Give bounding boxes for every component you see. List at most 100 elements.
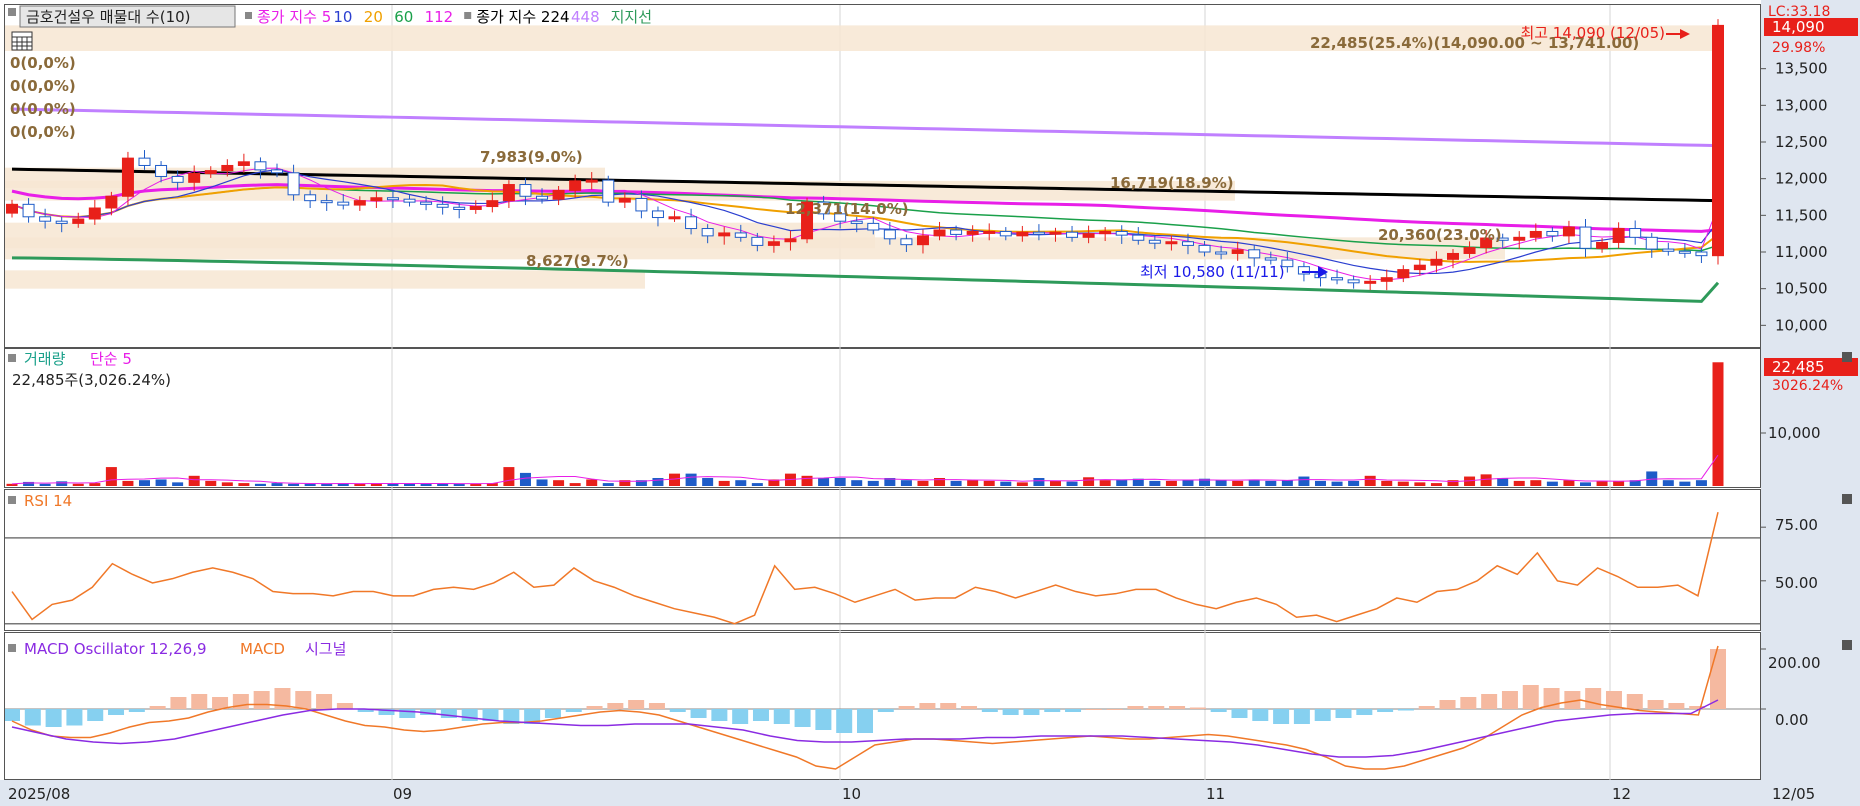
macd-osc-bar-29	[607, 703, 624, 709]
volume-bar-6	[105, 467, 117, 486]
date-axis-bg	[0, 780, 1860, 806]
macd-close-icon[interactable]	[1842, 640, 1852, 650]
volume-bar-8	[139, 480, 151, 486]
macd-osc-bar-40	[836, 709, 853, 733]
volume-axis-tick: 10,000	[1768, 424, 1821, 442]
zero-label-1: 0(0,0%)	[10, 54, 76, 72]
zero-label-3: 0(0,0%)	[10, 100, 76, 118]
volume-bar-60	[1000, 481, 1012, 486]
volume-bar-86	[1430, 483, 1442, 486]
volume-bar-61	[1016, 482, 1028, 486]
volume-bar-35	[586, 479, 598, 486]
volume-bar-59	[983, 480, 995, 486]
volume-bar-26	[437, 483, 449, 486]
current-date-label: 12/05	[1772, 785, 1815, 803]
macd-axis-tick-200: 200.00	[1768, 654, 1821, 672]
volume-bar-40	[669, 473, 681, 486]
price-badge: 14,090	[1772, 18, 1825, 36]
volume-legend: 거래량 단순 5 22,485주(3,026.24%)	[8, 350, 171, 389]
volume-bar-62	[1033, 477, 1045, 486]
macd-osc-bar-0	[5, 709, 20, 721]
volume-bar-83	[1381, 480, 1393, 486]
macd-osc-bar-7	[149, 706, 166, 709]
macd-osc-bar-48	[1002, 709, 1019, 715]
macd-osc-bar-32	[669, 709, 686, 712]
macd-osc-bar-8	[170, 697, 187, 709]
macd-osc-bar-44	[919, 703, 936, 709]
volume-bar-63	[1049, 480, 1061, 486]
price-tick-3: 12,000	[1775, 170, 1828, 188]
candle-91	[1513, 231, 1526, 250]
band-label-16719: 16,719(18.9%)	[1110, 174, 1234, 192]
volume-bar-69	[1149, 480, 1161, 486]
volume-badge-value: 22,485	[1772, 358, 1825, 376]
legend-item-0: 종가 지수 5	[257, 8, 331, 26]
volume-bar-58	[967, 480, 979, 486]
volume-bar-32	[536, 479, 548, 486]
macd-osc-bar-9	[191, 694, 208, 709]
macd-osc-bar-78	[1626, 694, 1643, 709]
volume-bar-34	[569, 483, 581, 486]
volume-bar-49	[818, 477, 830, 486]
band-label-12371: 12,371(14.0%)	[785, 200, 909, 218]
price-tick-2: 12,500	[1775, 133, 1828, 151]
volume-bar-36	[602, 483, 614, 486]
macd-osc-bar-30	[628, 700, 645, 709]
volume-bar-18	[304, 483, 316, 486]
macd-osc-bar-60	[1252, 709, 1269, 721]
volume-bar-39	[652, 477, 664, 486]
volume-bar-41	[685, 473, 697, 486]
volume-bar-76	[1265, 480, 1277, 486]
price-axis-bg	[1761, 0, 1860, 806]
macd-osc-bar-68	[1418, 706, 1435, 709]
volume-bar-33	[553, 480, 565, 486]
volume-bar-12	[205, 480, 217, 486]
volume-bar-103	[1712, 362, 1724, 486]
volume-ma-label: 단순 5	[90, 350, 132, 368]
volume-profile-bands	[5, 25, 1715, 289]
candle-93	[1546, 227, 1559, 242]
legend-item-2: 20	[364, 8, 383, 26]
volume-bar-24	[404, 483, 416, 486]
rsi-close-icon[interactable]	[1842, 494, 1852, 504]
macd-osc-bar-15	[316, 694, 333, 709]
macd-osc-bar-55	[1148, 706, 1165, 709]
change-badge: 29.98%	[1772, 40, 1825, 56]
volume-bar-77	[1281, 480, 1293, 486]
candle-36	[602, 175, 615, 207]
volume-bar-85	[1414, 482, 1426, 486]
macd-osc-bar-69	[1439, 700, 1456, 709]
price-tick-1: 13,000	[1775, 96, 1828, 114]
candle-28	[469, 200, 482, 214]
macd-osc-bar-56	[1169, 706, 1186, 709]
candle-30	[502, 180, 515, 208]
macd-osc-bar-64	[1335, 709, 1352, 718]
volume-bar-23	[387, 483, 399, 486]
band-label-7983: 7,983(9.0%)	[480, 148, 583, 166]
volume-bar-74	[1232, 480, 1244, 486]
candle-0	[6, 199, 18, 218]
band-label-20360: 20,360(23.0%)	[1378, 226, 1502, 244]
volume-bar-82	[1364, 475, 1376, 486]
candle-5	[88, 199, 101, 225]
macd-osc-bar-2	[45, 709, 62, 727]
price-tick-4: 11,500	[1775, 206, 1828, 224]
candle-81	[1347, 275, 1360, 289]
volume-bar-13	[221, 482, 233, 486]
candle-80	[1331, 269, 1344, 285]
high-annotation: 최고 14,090 (12/05)	[1520, 24, 1665, 42]
price-tick-0: 13,500	[1775, 60, 1828, 78]
volume-bar-78	[1298, 476, 1310, 486]
volume-bar-5	[89, 483, 101, 486]
macd-osc-bar-34	[711, 709, 728, 721]
volume-bar-94	[1563, 480, 1575, 486]
volume-close-icon[interactable]	[1842, 352, 1852, 362]
candle-100	[1662, 242, 1675, 256]
volume-title: 거래량	[24, 350, 66, 368]
date-label-oct: 10	[842, 785, 861, 803]
volume-bar-3	[56, 481, 68, 486]
candle-8	[138, 150, 151, 170]
candle-94	[1562, 220, 1575, 244]
stock-name-button[interactable]: 금호건설우 매물대 수(10)	[26, 8, 191, 26]
rsi-title: RSI 14	[24, 492, 72, 510]
